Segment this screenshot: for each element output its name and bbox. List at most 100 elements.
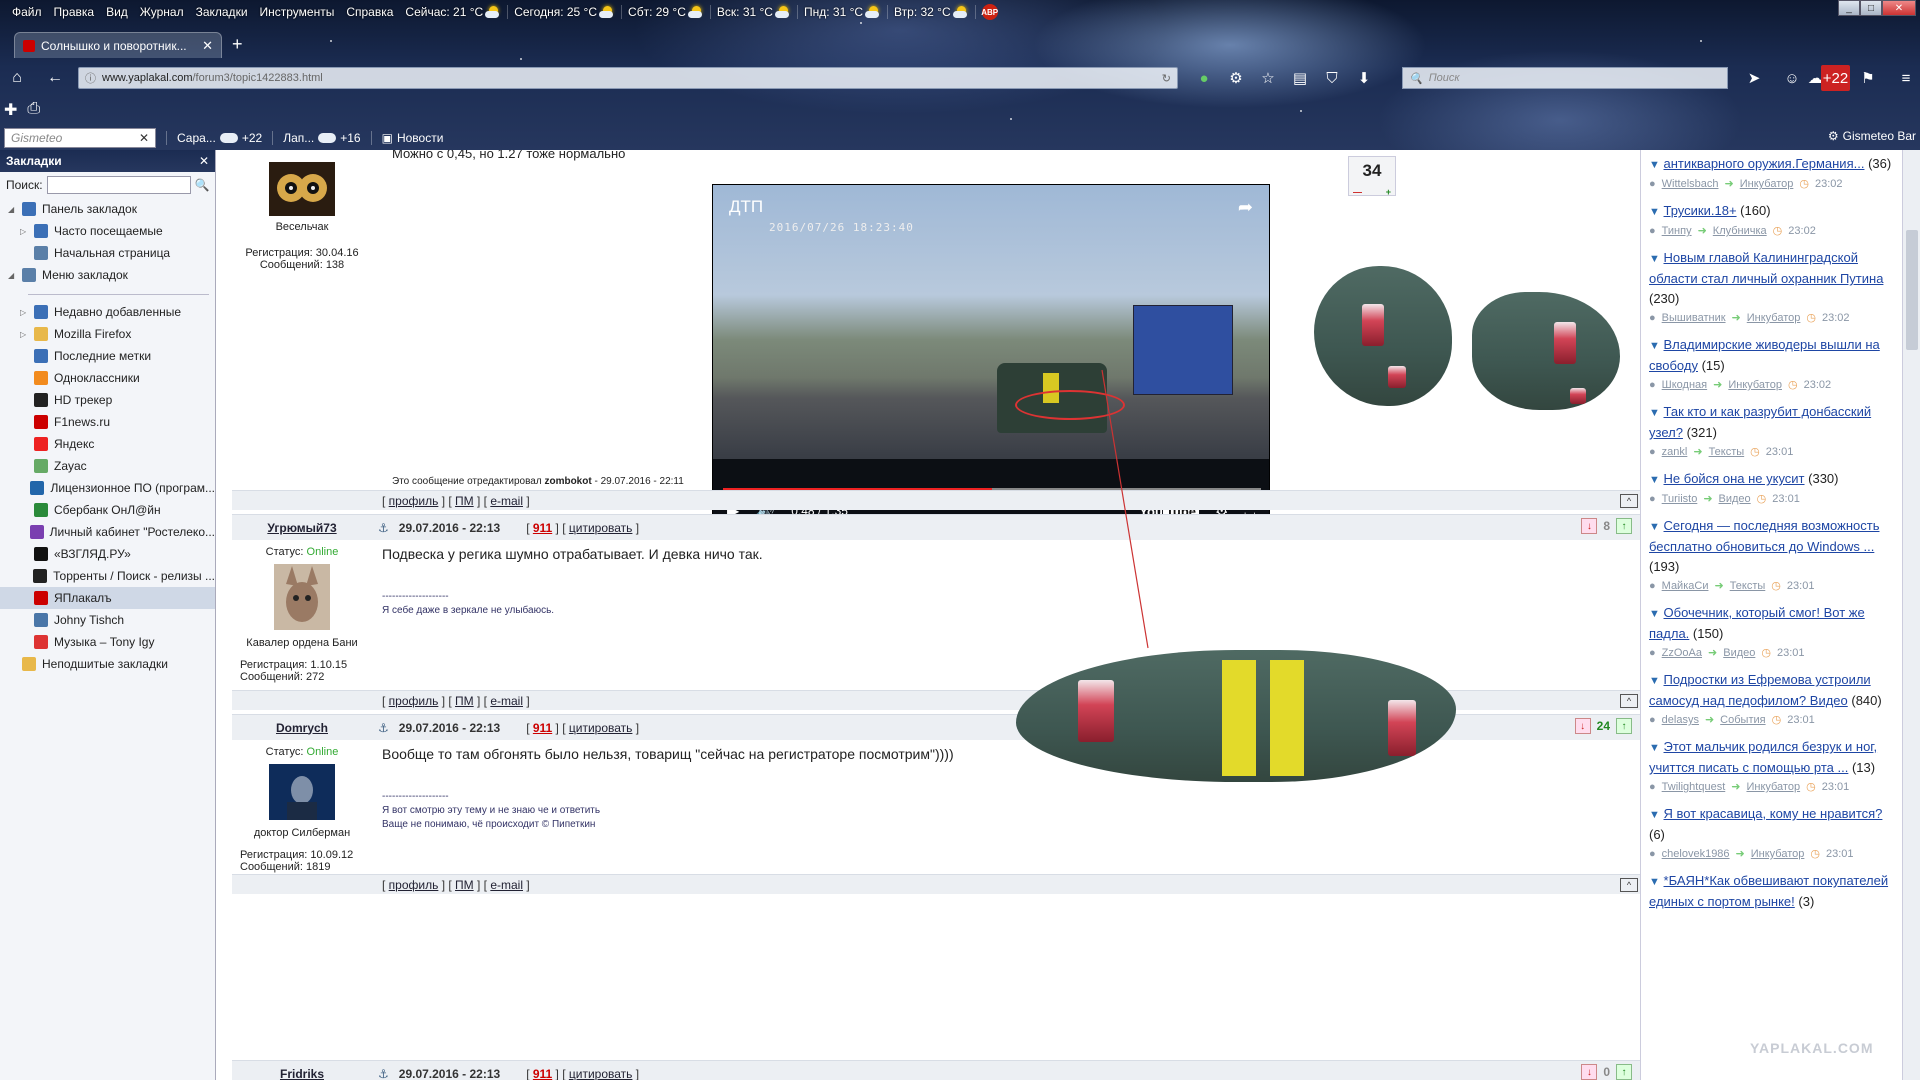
url-bar[interactable]: ⓘ www.yaplakal.com/forum3/topic1422883.h… [78,67,1178,89]
feed-section[interactable]: Тексты [1730,577,1766,595]
search-input[interactable]: 🔍 Поиск [1402,67,1728,89]
puzzle-icon[interactable]: ✚ [4,100,17,120]
expand-icon[interactable]: ▷ [20,308,28,317]
expand-icon[interactable]: ▷ [20,330,28,339]
bookmark-item[interactable]: ЯПлакалъ [0,587,215,609]
close-sidebar-icon[interactable]: ✕ [199,154,209,168]
maximize-button[interactable]: □ [1860,0,1882,16]
feed-user[interactable]: zankl [1662,443,1688,461]
bookmark-star-icon[interactable]: ☆ [1254,65,1282,91]
bookmark-item[interactable]: F1news.ru [0,411,215,433]
scrollbar-thumb[interactable] [1906,230,1918,350]
minimize-button[interactable]: _ [1838,0,1860,16]
feed-section[interactable]: Тексты [1709,443,1745,461]
feed-link[interactable]: Обочечник, который смог! Вот же падла. [1649,605,1865,641]
feed-user[interactable]: Тинпу [1662,222,1692,240]
send-icon[interactable]: ➤ [1736,65,1772,91]
expand-icon[interactable]: ◢ [8,205,16,214]
feed-user[interactable]: Turiisto [1662,490,1698,508]
info-icon[interactable]: ⓘ [85,70,96,86]
bookmark-item[interactable]: Личный кабинет "Ростелеко... [0,521,215,543]
search-icon[interactable]: 🔍 [195,178,210,192]
adblock-icon[interactable]: ABP [981,4,998,20]
bookmark-item[interactable]: ▷ Mozilla Firefox [0,323,215,345]
pocket-icon[interactable]: ⛉ [1318,65,1346,91]
bookmark-item[interactable]: Johny Tishch [0,609,215,631]
menu-help[interactable]: Справка [340,5,399,19]
feed-link[interactable]: Трусики.18+ [1664,203,1737,218]
bookmark-item[interactable]: Лицензионное ПО (програм... [0,477,215,499]
expand-icon[interactable]: ◢ [8,271,16,280]
hamburger-menu-icon[interactable]: ≡ [1888,65,1920,91]
bookmark-frequent[interactable]: ▷ Часто посещаемые [0,220,215,242]
bookmark-item[interactable]: HD трекер [0,389,215,411]
feed-link[interactable]: Этот мальчик родился безрук и ног, учитт… [1649,739,1877,775]
feed-section[interactable]: Инкубатор [1728,376,1782,394]
back-icon[interactable]: ← [42,65,68,91]
weather-sat[interactable]: Сбт: 29 °C [622,5,711,19]
weather-widget-icon[interactable]: ☁ +22 [1808,65,1851,91]
menu-bookmarks[interactable]: Закладки [190,5,254,19]
weather-tue[interactable]: Втр: 32 °C [888,5,976,19]
feed-section[interactable]: Клубничка [1713,222,1767,240]
bookmark-item[interactable]: Zayac [0,455,215,477]
gismeteo-city-2[interactable]: Лап... +16 [272,131,370,145]
feed-section[interactable]: Инкубатор [1751,845,1805,863]
menu-edit[interactable]: Правка [48,5,101,19]
weather-today[interactable]: Сегодня: 25 °C [508,5,623,19]
feed-user[interactable]: ZzOoAa [1662,644,1702,662]
expand-icon[interactable]: ▷ [20,227,28,236]
feed-link[interactable]: Я вот красавица, кому не нравится? [1664,806,1883,821]
home-icon[interactable]: ⌂ [4,65,30,91]
feed-user[interactable]: Шкодная [1662,376,1707,394]
feed-user[interactable]: Twilightquest [1662,778,1726,796]
feed-link[interactable]: антикварного оружия.Германия... [1664,156,1865,171]
feed-link[interactable]: *БАЯН*Как обвешивают покупателей единых … [1649,873,1888,909]
feed-section[interactable]: Инкубатор [1746,778,1800,796]
bookmark-item[interactable]: Последние метки [0,345,215,367]
feed-user[interactable]: Wittelsbach [1662,175,1719,193]
feed-section[interactable]: Видео [1719,490,1751,508]
close-window-button[interactable]: ✕ [1882,0,1916,16]
reader-list-icon[interactable]: ▤ [1286,65,1314,91]
bookmark-home[interactable]: Начальная страница [0,242,215,264]
menu-file[interactable]: Файл [6,5,48,19]
smiley-icon[interactable]: ☺ [1774,65,1810,91]
clear-icon[interactable]: ✕ [139,131,149,145]
sidebar-search-input[interactable] [46,176,191,194]
gismeteo-news[interactable]: ▣ Новости [370,131,454,145]
reload-icon[interactable]: ↻ [1162,72,1171,85]
bookmark-item[interactable]: Сбербанк ОнЛ@йн [0,499,215,521]
tab-active[interactable]: Солнышко и поворотник... ✕ [14,32,222,58]
gear-icon[interactable]: ⚙ [1222,65,1250,91]
weather-now[interactable]: Сейчас: 21 °C [399,5,509,19]
bookmark-item[interactable]: ▷ Недавно добавленные [0,301,215,323]
bookmark-folder-menu[interactable]: ◢ Меню закладок [0,264,215,286]
feed-link[interactable]: Владимирские живодеры вышли на свободу [1649,337,1880,373]
feed-user[interactable]: chelovek1986 [1662,845,1730,863]
feed-user[interactable]: delasys [1662,711,1699,729]
feed-link[interactable]: Новым главой Калининградской области ста… [1649,250,1883,286]
feed-section[interactable]: События [1720,711,1765,729]
page-scrollbar[interactable] [1902,150,1920,1080]
bookmark-item[interactable]: Торренты / Поиск - релизы ... [0,565,215,587]
feed-link[interactable]: Подростки из Ефремова устроили самосуд н… [1649,672,1871,708]
feed-link[interactable]: Сегодня — последняя возможность бесплатн… [1649,518,1879,554]
gismeteo-search-input[interactable]: Gismeteo ✕ [4,128,156,148]
feed-link[interactable]: Так кто и как разрубит донбасский узел? [1649,404,1871,440]
print-icon[interactable]: ⎙ [27,100,40,120]
new-tab-button[interactable]: + [232,34,243,55]
bookmark-item[interactable]: Музыка – Tony Igy [0,631,215,653]
weather-sun[interactable]: Вск: 31 °C [711,5,798,19]
flag-icon[interactable]: ⚑ [1850,65,1886,91]
bookmark-item[interactable]: Одноклассники [0,367,215,389]
feed-section[interactable]: Инкубатор [1740,175,1794,193]
bookmark-item[interactable]: Яндекс [0,433,215,455]
menu-history[interactable]: Журнал [134,5,190,19]
bookmark-item[interactable]: «ВЗГЛЯД.РУ» [0,543,215,565]
menu-view[interactable]: Вид [100,5,134,19]
gismeteo-bar-label[interactable]: ⚙ Gismeteo Bar [1828,129,1916,143]
addon-green-icon[interactable]: ● [1190,65,1218,91]
feed-section[interactable]: Видео [1723,644,1755,662]
feed-section[interactable]: Инкубатор [1747,309,1801,327]
